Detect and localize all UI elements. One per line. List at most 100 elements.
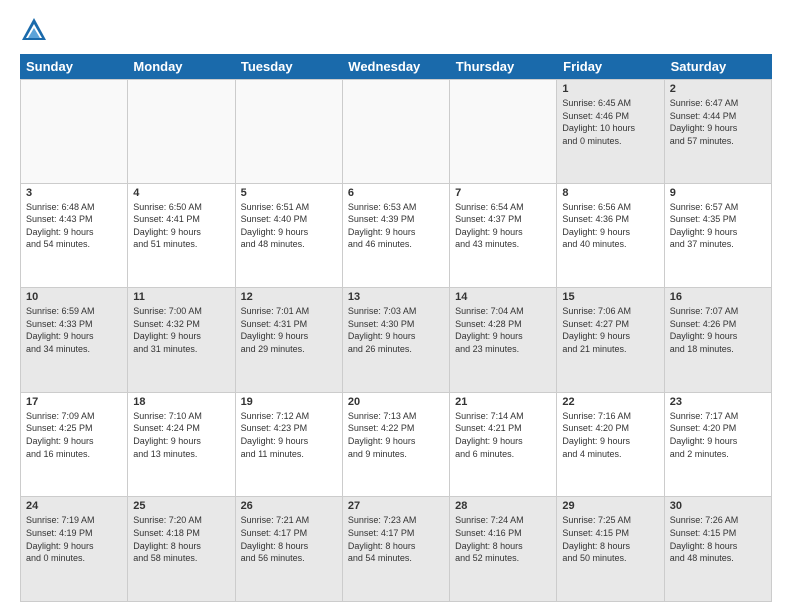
day-info: Sunrise: 6:59 AM Sunset: 4:33 PM Dayligh…	[26, 305, 122, 355]
day-info: Sunrise: 7:10 AM Sunset: 4:24 PM Dayligh…	[133, 410, 229, 460]
day-info: Sunrise: 7:24 AM Sunset: 4:16 PM Dayligh…	[455, 514, 551, 564]
day-number: 16	[670, 291, 766, 303]
day-cell-24: 24 Sunrise: 7:19 AM Sunset: 4:19 PM Dayli…	[21, 497, 128, 602]
day-number: 17	[26, 396, 122, 408]
day-cell-6: 6 Sunrise: 6:53 AM Sunset: 4:39 PM Daylig…	[343, 184, 450, 289]
calendar-header: SundayMondayTuesdayWednesdayThursdayFrid…	[20, 54, 772, 79]
day-number: 1	[562, 83, 658, 95]
day-info: Sunrise: 6:56 AM Sunset: 4:36 PM Dayligh…	[562, 201, 658, 251]
day-cell-27: 27 Sunrise: 7:23 AM Sunset: 4:17 PM Dayli…	[343, 497, 450, 602]
day-info: Sunrise: 7:04 AM Sunset: 4:28 PM Dayligh…	[455, 305, 551, 355]
logo-icon	[20, 16, 48, 44]
day-cell-3: 3 Sunrise: 6:48 AM Sunset: 4:43 PM Daylig…	[21, 184, 128, 289]
day-info: Sunrise: 7:14 AM Sunset: 4:21 PM Dayligh…	[455, 410, 551, 460]
day-number: 23	[670, 396, 766, 408]
day-number: 2	[670, 83, 766, 95]
day-info: Sunrise: 6:50 AM Sunset: 4:41 PM Dayligh…	[133, 201, 229, 251]
day-number: 28	[455, 500, 551, 512]
day-cell-4: 4 Sunrise: 6:50 AM Sunset: 4:41 PM Daylig…	[128, 184, 235, 289]
week-1: 1 Sunrise: 6:45 AM Sunset: 4:46 PM Daylig…	[20, 79, 772, 184]
day-info: Sunrise: 7:17 AM Sunset: 4:20 PM Dayligh…	[670, 410, 766, 460]
day-cell-16: 16 Sunrise: 7:07 AM Sunset: 4:26 PM Dayli…	[665, 288, 772, 393]
day-cell-21: 21 Sunrise: 7:14 AM Sunset: 4:21 PM Dayli…	[450, 393, 557, 498]
header-day-friday: Friday	[557, 54, 664, 79]
empty-cell	[343, 79, 450, 184]
day-info: Sunrise: 6:53 AM Sunset: 4:39 PM Dayligh…	[348, 201, 444, 251]
logo	[20, 16, 52, 44]
week-2: 3 Sunrise: 6:48 AM Sunset: 4:43 PM Daylig…	[20, 184, 772, 289]
day-cell-28: 28 Sunrise: 7:24 AM Sunset: 4:16 PM Dayli…	[450, 497, 557, 602]
day-info: Sunrise: 6:54 AM Sunset: 4:37 PM Dayligh…	[455, 201, 551, 251]
day-info: Sunrise: 7:21 AM Sunset: 4:17 PM Dayligh…	[241, 514, 337, 564]
calendar-body: 1 Sunrise: 6:45 AM Sunset: 4:46 PM Daylig…	[20, 79, 772, 602]
day-number: 29	[562, 500, 658, 512]
day-cell-29: 29 Sunrise: 7:25 AM Sunset: 4:15 PM Dayli…	[557, 497, 664, 602]
day-number: 24	[26, 500, 122, 512]
page: SundayMondayTuesdayWednesdayThursdayFrid…	[0, 0, 792, 612]
day-number: 6	[348, 187, 444, 199]
day-number: 19	[241, 396, 337, 408]
day-cell-7: 7 Sunrise: 6:54 AM Sunset: 4:37 PM Daylig…	[450, 184, 557, 289]
day-info: Sunrise: 7:03 AM Sunset: 4:30 PM Dayligh…	[348, 305, 444, 355]
header-day-monday: Monday	[127, 54, 234, 79]
empty-cell	[21, 79, 128, 184]
day-number: 20	[348, 396, 444, 408]
day-cell-30: 30Sunrise: 7:26 AM Sunset: 4:15 PM Dayli…	[665, 497, 772, 602]
day-info: Sunrise: 7:09 AM Sunset: 4:25 PM Dayligh…	[26, 410, 122, 460]
day-number: 7	[455, 187, 551, 199]
day-info: Sunrise: 7:07 AM Sunset: 4:26 PM Dayligh…	[670, 305, 766, 355]
day-cell-14: 14 Sunrise: 7:04 AM Sunset: 4:28 PM Dayli…	[450, 288, 557, 393]
day-number: 25	[133, 500, 229, 512]
day-cell-8: 8 Sunrise: 6:56 AM Sunset: 4:36 PM Daylig…	[557, 184, 664, 289]
day-number: 27	[348, 500, 444, 512]
day-cell-12: 12 Sunrise: 7:01 AM Sunset: 4:31 PM Dayli…	[236, 288, 343, 393]
day-number: 3	[26, 187, 122, 199]
day-number: 14	[455, 291, 551, 303]
day-cell-23: 23 Sunrise: 7:17 AM Sunset: 4:20 PM Dayli…	[665, 393, 772, 498]
day-info: Sunrise: 7:01 AM Sunset: 4:31 PM Dayligh…	[241, 305, 337, 355]
day-cell-1: 1 Sunrise: 6:45 AM Sunset: 4:46 PM Daylig…	[557, 79, 664, 184]
day-cell-17: 17 Sunrise: 7:09 AM Sunset: 4:25 PM Dayli…	[21, 393, 128, 498]
day-cell-11: 11Sunrise: 7:00 AM Sunset: 4:32 PM Dayli…	[128, 288, 235, 393]
day-number: 11	[133, 291, 229, 303]
day-number: 8	[562, 187, 658, 199]
day-cell-15: 15Sunrise: 7:06 AM Sunset: 4:27 PM Dayli…	[557, 288, 664, 393]
day-info: Sunrise: 6:48 AM Sunset: 4:43 PM Dayligh…	[26, 201, 122, 251]
day-info: Sunrise: 6:51 AM Sunset: 4:40 PM Dayligh…	[241, 201, 337, 251]
day-info: Sunrise: 6:57 AM Sunset: 4:35 PM Dayligh…	[670, 201, 766, 251]
day-number: 12	[241, 291, 337, 303]
day-info: Sunrise: 7:13 AM Sunset: 4:22 PM Dayligh…	[348, 410, 444, 460]
day-number: 5	[241, 187, 337, 199]
day-cell-26: 26 Sunrise: 7:21 AM Sunset: 4:17 PM Dayli…	[236, 497, 343, 602]
day-info: Sunrise: 7:25 AM Sunset: 4:15 PM Dayligh…	[562, 514, 658, 564]
day-number: 10	[26, 291, 122, 303]
day-number: 26	[241, 500, 337, 512]
day-number: 4	[133, 187, 229, 199]
day-cell-19: 19 Sunrise: 7:12 AM Sunset: 4:23 PM Dayli…	[236, 393, 343, 498]
header-day-wednesday: Wednesday	[342, 54, 449, 79]
day-cell-18: 18 Sunrise: 7:10 AM Sunset: 4:24 PM Dayli…	[128, 393, 235, 498]
empty-cell	[128, 79, 235, 184]
day-info: Sunrise: 7:19 AM Sunset: 4:19 PM Dayligh…	[26, 514, 122, 564]
day-cell-20: 20 Sunrise: 7:13 AM Sunset: 4:22 PM Dayli…	[343, 393, 450, 498]
day-cell-2: 2Sunrise: 6:47 AM Sunset: 4:44 PM Daylig…	[665, 79, 772, 184]
header	[20, 16, 772, 44]
day-number: 22	[562, 396, 658, 408]
day-cell-25: 25 Sunrise: 7:20 AM Sunset: 4:18 PM Dayli…	[128, 497, 235, 602]
day-info: Sunrise: 7:23 AM Sunset: 4:17 PM Dayligh…	[348, 514, 444, 564]
day-cell-22: 22Sunrise: 7:16 AM Sunset: 4:20 PM Dayli…	[557, 393, 664, 498]
day-cell-9: 9Sunrise: 6:57 AM Sunset: 4:35 PM Daylig…	[665, 184, 772, 289]
day-info: Sunrise: 6:45 AM Sunset: 4:46 PM Dayligh…	[562, 97, 658, 147]
header-day-saturday: Saturday	[665, 54, 772, 79]
day-number: 13	[348, 291, 444, 303]
day-info: Sunrise: 7:20 AM Sunset: 4:18 PM Dayligh…	[133, 514, 229, 564]
day-number: 21	[455, 396, 551, 408]
day-info: Sunrise: 7:12 AM Sunset: 4:23 PM Dayligh…	[241, 410, 337, 460]
week-3: 10 Sunrise: 6:59 AM Sunset: 4:33 PM Dayli…	[20, 288, 772, 393]
day-number: 18	[133, 396, 229, 408]
empty-cell	[236, 79, 343, 184]
header-day-tuesday: Tuesday	[235, 54, 342, 79]
day-number: 15	[562, 291, 658, 303]
calendar: SundayMondayTuesdayWednesdayThursdayFrid…	[20, 54, 772, 602]
header-day-sunday: Sunday	[20, 54, 127, 79]
